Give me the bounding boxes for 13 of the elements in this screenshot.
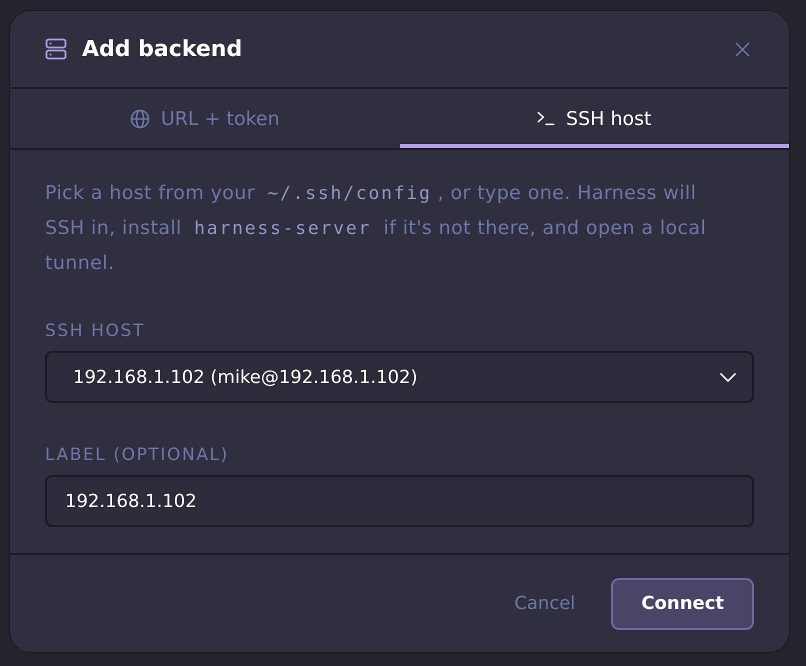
ssh-host-tab[interactable]: SSH host	[400, 89, 789, 148]
chevron-down-icon	[720, 372, 736, 382]
terminal-prompt-icon	[537, 111, 556, 126]
ssh-host-select[interactable]: 192.168.1.102 (mike@192.168.1.102)	[45, 351, 754, 403]
description-text: Pick a host from your ~/.ssh/config , or type one. Harness will SSH in, install harness-server if it's not there, and open a local tunnel.	[45, 181, 708, 276]
ssh-host-label: SSH HOST	[45, 320, 145, 342]
label-field-label: LABEL (OPTIONAL)	[45, 444, 229, 466]
globe-icon	[130, 108, 150, 128]
server-icon	[45, 38, 67, 60]
connect-button[interactable]: Connect	[611, 578, 754, 630]
close-icon[interactable]	[735, 42, 750, 56]
dialog-title: Add backend	[82, 36, 244, 62]
label-input[interactable]: 192.168.1.102	[45, 475, 754, 527]
